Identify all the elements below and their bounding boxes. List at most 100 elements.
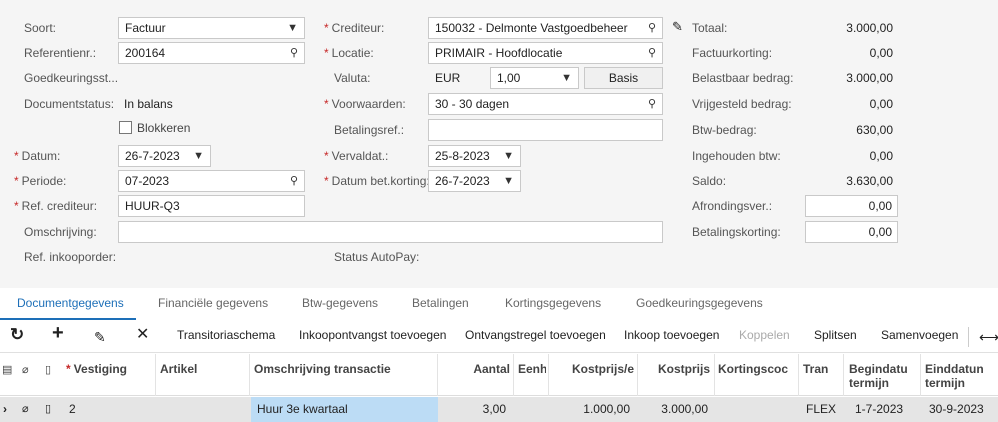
refresh-icon[interactable]: ↻ (10, 325, 24, 345)
transitieschema-button[interactable]: Transitoriaschema (177, 328, 275, 342)
referentienr-field[interactable]: 200164 ⚲ (118, 42, 305, 64)
search-icon[interactable]: ⚲ (645, 18, 656, 38)
search-icon[interactable]: ⚲ (290, 43, 298, 63)
datum-label: * Datum: (14, 149, 61, 163)
file-icon[interactable]: ▯ (45, 397, 51, 422)
afronding-field[interactable]: 0,00 (805, 195, 898, 217)
cell-einddatum[interactable]: 30-9-2023 (929, 397, 995, 422)
ontvangstregel-toevoegen-button[interactable]: Ontvangstregel toevoegen (465, 328, 606, 342)
tab-financiele-gegevens[interactable]: Financiële gegevens (158, 296, 268, 310)
belastbaar-label: Belastbaar bedrag: (692, 71, 794, 85)
betalingsref-field[interactable] (428, 119, 663, 141)
col-tran[interactable]: Tran (803, 362, 839, 376)
col-eenheid[interactable]: Eenh (518, 362, 546, 376)
tab-betalingen[interactable]: Betalingen (412, 296, 469, 310)
ref-crediteur-field[interactable]: HUUR-Q3 (118, 195, 305, 217)
tab-goedkeuringsgegevens[interactable]: Goedkeuringsgegevens (636, 296, 763, 310)
totaal-label: Totaal: (692, 21, 728, 35)
cell-eenheid[interactable] (518, 397, 546, 422)
ingehouden-value: 0,00 (869, 149, 893, 163)
datum-field[interactable]: 26-7-2023 ▼ (118, 145, 211, 167)
cell-aantal[interactable]: 3,00 (440, 397, 506, 422)
periode-label: * Periode: (14, 174, 67, 188)
ingehouden-label: Ingehouden btw: (692, 149, 781, 163)
crediteur-field[interactable]: 150032 - Delmonte Vastgoedbeheer ⚲ (428, 17, 663, 39)
locatie-field[interactable]: PRIMAIR - Hoofdlocatie ⚲ (428, 42, 663, 64)
btw-value: 630,00 (856, 123, 893, 137)
tab-documentgegevens[interactable]: Documentgegevens (17, 296, 124, 310)
locatie-label: * Locatie: (324, 46, 374, 60)
valuta-label: Valuta: (334, 71, 371, 85)
betalingskorting-field[interactable]: 0,00 (805, 221, 898, 243)
col-kostprijs[interactable]: Kostprijs (640, 362, 710, 376)
voorwaarden-field[interactable]: 30 - 30 dagen ⚲ (428, 93, 663, 115)
betalingsref-label: Betalingsref.: (334, 123, 405, 137)
col-begindatum[interactable]: Begindatu termijn (849, 362, 917, 390)
cell-kortingscode[interactable] (718, 397, 796, 422)
soort-label: Soort: (24, 21, 57, 35)
soort-select[interactable]: Factuur ▼ (118, 17, 305, 39)
attachment-icon[interactable]: ⌀ (22, 363, 29, 377)
col-vestiging[interactable]: * Vestiging (66, 362, 127, 376)
datum-bet-korting-field[interactable]: 26-7-2023 ▼ (428, 170, 521, 192)
col-einddatum[interactable]: Einddatun termijn (925, 362, 997, 390)
vervaldat-label: * Vervaldat.: (324, 149, 389, 163)
inkoopontvangst-toevoegen-button[interactable]: Inkoopontvangst toevoegen (299, 328, 446, 342)
search-icon[interactable]: ⚲ (648, 43, 656, 63)
cell-omschrijving-transactie[interactable]: Huur 3e kwartaal (251, 397, 438, 422)
vervaldat-field[interactable]: 25-8-2023 ▼ (428, 145, 521, 167)
chevron-down-icon: ▼ (503, 175, 514, 187)
col-omschrijving-transactie[interactable]: Omschrijving transactie (254, 362, 391, 376)
delete-icon[interactable]: ✕ (136, 325, 149, 345)
afronding-label: Afrondingsver.: (692, 199, 773, 213)
crediteur-label: * Crediteur: (324, 21, 385, 35)
documentstatus-label: Documentstatus: (24, 97, 115, 111)
splitsen-button[interactable]: Splitsen (814, 328, 857, 342)
file-icon[interactable]: ▯ (45, 363, 51, 377)
betalingskorting-label: Betalingskorting: (692, 225, 781, 239)
status-autopay-label: Status AutoPay: (334, 250, 420, 264)
attachment-icon[interactable]: ⌀ (22, 397, 29, 422)
pencil-icon[interactable]: ✎ (672, 19, 683, 35)
valuta-rate-select[interactable]: 1,00 ▼ (490, 67, 579, 89)
tab-btw-gegevens[interactable]: Btw-gegevens (302, 296, 378, 310)
col-artikel[interactable]: Artikel (160, 362, 197, 376)
btw-label: Btw-bedrag: (692, 123, 757, 137)
belastbaar-value: 3.000,00 (846, 71, 893, 85)
row-selector-icon[interactable]: › (3, 397, 7, 422)
samenvoegen-button[interactable]: Samenvoegen (881, 328, 958, 342)
documentstatus-value: In balans (124, 97, 173, 111)
cell-tran[interactable]: FLEX (806, 397, 842, 422)
omschrijving-field[interactable] (118, 221, 663, 243)
edit-icon[interactable]: ✎ (94, 327, 106, 347)
search-icon[interactable]: ⚲ (648, 94, 656, 114)
ref-crediteur-label: * Ref. crediteur: (14, 199, 98, 213)
fit-columns-icon[interactable]: ⟷ (968, 327, 998, 347)
cell-artikel[interactable] (160, 397, 248, 422)
chevron-down-icon: ▼ (503, 150, 514, 162)
cell-vestiging[interactable]: 2 (69, 397, 76, 422)
cell-begindatum[interactable]: 1-7-2023 (855, 397, 919, 422)
datum-bet-korting-label: * Datum bet.korting: (324, 174, 430, 188)
col-kortingscode[interactable]: Kortingscoc (718, 362, 796, 376)
search-icon[interactable]: ⚲ (290, 171, 298, 191)
vrijgesteld-value: 0,00 (869, 97, 893, 111)
col-kostprijs-eenheid[interactable]: Kostprijs/e (552, 362, 634, 376)
cell-kostprijs-eenheid[interactable]: 1.000,00 (552, 397, 630, 422)
basis-button[interactable]: Basis (584, 67, 663, 89)
koppelen-button[interactable]: Koppelen (739, 328, 790, 342)
table-row[interactable]: › ⌀ ▯ 2 Huur 3e kwartaal 3,00 1.000,00 3… (0, 397, 998, 422)
notes-icon[interactable]: ▤ (2, 363, 12, 377)
vrijgesteld-label: Vrijgesteld bedrag: (692, 97, 792, 111)
tab-bar: Documentgegevens Financiële gegevens Btw… (0, 288, 998, 321)
blokkeren-checkbox[interactable] (119, 121, 132, 134)
cell-kostprijs[interactable]: 3.000,00 (640, 397, 708, 422)
periode-field[interactable]: 07-2023 ⚲ (118, 170, 305, 192)
add-icon[interactable]: + (52, 323, 64, 343)
tab-kortingsgegevens[interactable]: Kortingsgegevens (505, 296, 601, 310)
col-aantal[interactable]: Aantal (440, 362, 510, 376)
inkoop-toevoegen-button[interactable]: Inkoop toevoegen (624, 328, 719, 342)
factuurkorting-value: 0,00 (869, 46, 893, 60)
valuta-currency: EUR (435, 71, 461, 85)
chevron-down-icon: ▼ (561, 72, 572, 84)
